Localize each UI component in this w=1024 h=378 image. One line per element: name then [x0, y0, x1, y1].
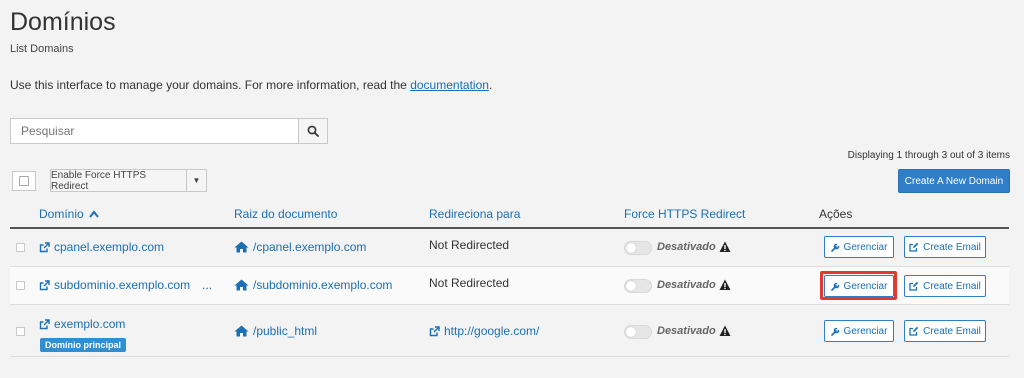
domain-label: cpanel.exemplo.com: [54, 240, 165, 254]
intro-text: Use this interface to manage your domain…: [10, 78, 492, 92]
edit-icon: [909, 281, 919, 291]
https-status: Desativado: [657, 241, 716, 253]
table-row: cpanel.exemplo.com /cpanel.exemplo.com N…: [10, 229, 1009, 267]
table-header: Domínio Raiz do documento Redireciona pa…: [10, 199, 1009, 229]
search-button[interactable]: [298, 118, 328, 144]
intro-suffix: .: [488, 78, 493, 92]
create-email-label: Create Email: [923, 241, 981, 253]
primary-domain-badge: Domínio principal: [40, 338, 127, 352]
docroot-link[interactable]: /public_html: [234, 324, 317, 338]
external-link-icon: [39, 318, 50, 329]
search-icon: [307, 125, 319, 137]
table-row: subdominio.exemplo.com ... /subdominio.e…: [10, 267, 1009, 305]
wrench-icon: [830, 327, 839, 336]
https-status: Desativado: [657, 325, 716, 337]
sort-ascending-icon: [89, 210, 99, 218]
manage-button[interactable]: Gerenciar: [824, 275, 894, 297]
search-input[interactable]: [10, 118, 299, 144]
domain-link[interactable]: exemplo.com: [39, 317, 125, 331]
page-subtitle: List Domains: [10, 43, 74, 55]
page-title: Domínios: [10, 8, 116, 36]
https-redirect-dropdown-button[interactable]: ▼: [186, 169, 207, 192]
docroot-link[interactable]: /subdominio.exemplo.com: [234, 278, 392, 292]
https-toggle[interactable]: [624, 325, 652, 339]
header-domain[interactable]: Domínio: [39, 207, 99, 221]
select-all-checkbox[interactable]: [12, 171, 36, 191]
table-row: exemplo.com Domínio principal /public_ht…: [10, 305, 1009, 357]
header-redirect[interactable]: Redireciona para: [429, 207, 520, 221]
create-email-button[interactable]: Create Email: [904, 275, 986, 297]
create-email-button[interactable]: Create Email: [904, 320, 986, 342]
manage-label: Gerenciar: [843, 280, 888, 292]
redirect-status: Not Redirected: [429, 276, 510, 290]
create-email-button[interactable]: Create Email: [904, 236, 986, 258]
domain-label: exemplo.com: [54, 317, 126, 331]
docroot-link[interactable]: /cpanel.exemplo.com: [234, 240, 366, 254]
redirect-link[interactable]: http://google.com/: [429, 324, 539, 338]
intro-prefix: Use this interface to manage your domain…: [10, 78, 411, 92]
displaying-count: Displaying 1 through 3 out of 3 items: [847, 150, 1010, 161]
redirect-status: Not Redirected: [429, 238, 510, 252]
warning-icon: [719, 241, 731, 252]
manage-button[interactable]: Gerenciar: [824, 320, 894, 342]
header-domain-label: Domínio: [39, 207, 84, 221]
create-email-label: Create Email: [923, 280, 981, 292]
home-icon: [234, 325, 249, 337]
header-actions: Ações: [819, 207, 853, 221]
docroot-label: /cpanel.exemplo.com: [253, 240, 367, 254]
home-icon: [234, 279, 249, 291]
external-link-icon: [429, 325, 440, 336]
https-toggle[interactable]: [624, 279, 652, 293]
domain-link[interactable]: subdominio.exemplo.com: [39, 278, 190, 292]
checkbox-box: [19, 176, 29, 186]
edit-icon: [909, 242, 919, 252]
more-indicator[interactable]: ...: [202, 278, 212, 292]
warning-icon: [719, 325, 731, 336]
domain-label: subdominio.exemplo.com: [54, 278, 191, 292]
row-checkbox[interactable]: [16, 243, 25, 252]
https-status: Desativado: [657, 279, 716, 291]
wrench-icon: [830, 243, 839, 252]
create-new-domain-button[interactable]: Create A New Domain: [898, 169, 1010, 193]
manage-button[interactable]: Gerenciar: [824, 236, 894, 258]
create-email-label: Create Email: [923, 325, 981, 337]
documentation-link[interactable]: documentation: [410, 78, 489, 92]
manage-label: Gerenciar: [843, 325, 888, 337]
header-https[interactable]: Force HTTPS Redirect: [624, 207, 745, 221]
caret-down-icon: ▼: [192, 176, 201, 185]
https-toggle[interactable]: [624, 241, 652, 255]
edit-icon: [909, 326, 919, 336]
external-link-icon: [39, 279, 50, 290]
header-docroot[interactable]: Raiz do documento: [234, 207, 337, 221]
docroot-label: /subdominio.exemplo.com: [253, 278, 393, 292]
enable-https-redirect-button[interactable]: Enable Force HTTPS Redirect: [50, 169, 187, 192]
row-checkbox[interactable]: [16, 327, 25, 336]
home-icon: [234, 241, 249, 253]
redirect-label: http://google.com/: [444, 324, 540, 338]
manage-label: Gerenciar: [843, 241, 888, 253]
warning-icon: [719, 279, 731, 290]
wrench-icon: [830, 282, 839, 291]
row-checkbox[interactable]: [16, 281, 25, 290]
external-link-icon: [39, 241, 50, 252]
docroot-label: /public_html: [253, 324, 318, 338]
domain-link[interactable]: cpanel.exemplo.com: [39, 240, 164, 254]
